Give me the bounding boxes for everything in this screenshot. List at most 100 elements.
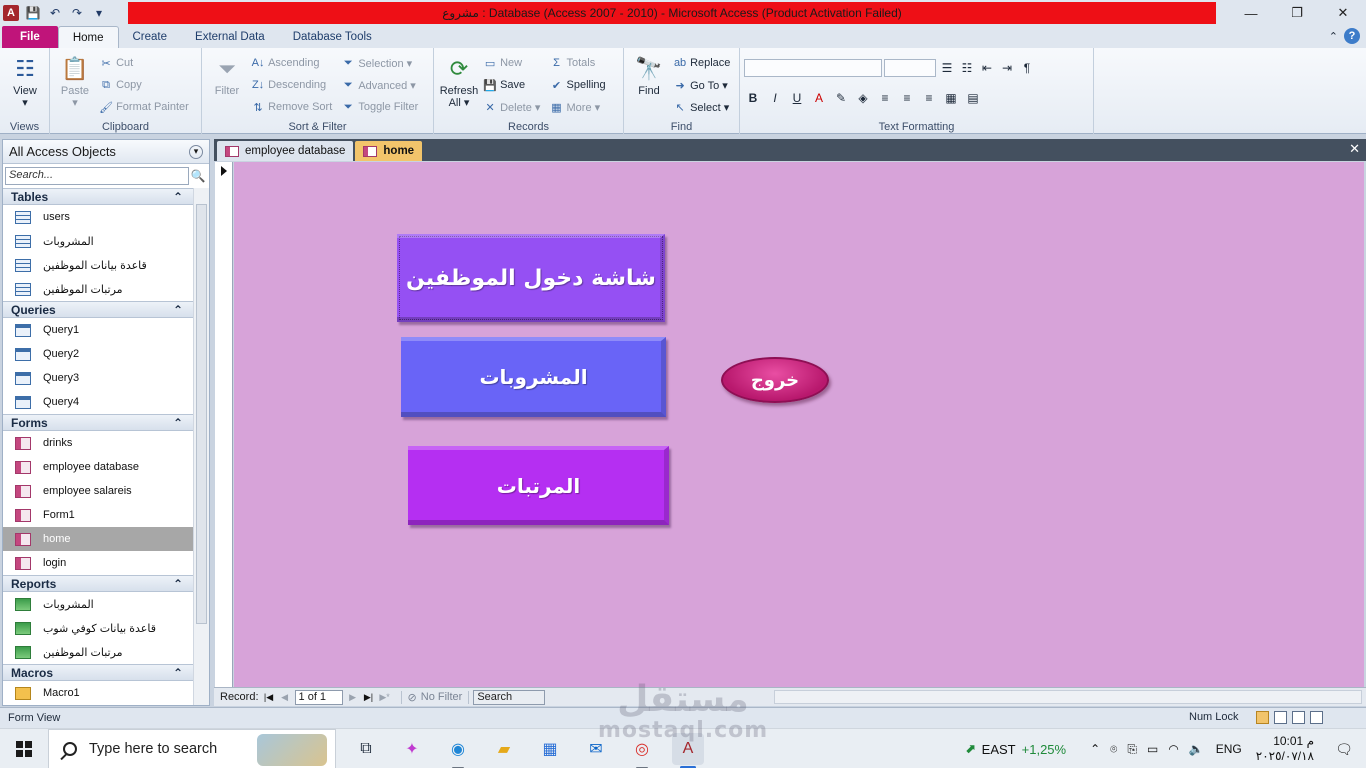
access-taskbar-icon[interactable]: A	[672, 732, 704, 768]
new-record-nav-icon[interactable]: ▶*	[379, 692, 391, 703]
format-painter-button[interactable]: 🖌 Format Painter	[99, 98, 189, 116]
current-record-input[interactable]: 1 of 1	[294, 689, 343, 705]
record-selector[interactable]	[215, 162, 233, 687]
outlook-icon[interactable]: ✉	[580, 733, 612, 765]
nav-item-form[interactable]: home	[3, 527, 193, 551]
tab-file[interactable]: File	[2, 26, 58, 48]
datasheet-view-icon[interactable]	[1274, 711, 1287, 724]
view-button[interactable]: ☷ View ▾	[4, 53, 46, 109]
decrease-indent-icon[interactable]: ⇤	[978, 59, 996, 77]
employee-login-button[interactable]: شاشة دخول الموظفين	[397, 234, 665, 322]
align-right-icon[interactable]: ≡	[920, 89, 938, 107]
tab-home[interactable]: Home	[57, 26, 119, 48]
nav-item-form[interactable]: employee database	[3, 455, 193, 479]
design-view-icon[interactable]	[1310, 711, 1323, 724]
toggle-filter-button[interactable]: ⏷ Toggle Filter	[341, 98, 418, 116]
minimize-button[interactable]: —	[1228, 0, 1274, 26]
go-to-button[interactable]: ➜ Go To ▾	[673, 76, 730, 94]
salaries-button[interactable]: المرتبات	[408, 446, 669, 525]
exit-button[interactable]: خروج	[721, 357, 829, 403]
nav-section-forms[interactable]: Forms ⌃	[3, 414, 193, 431]
collapse-section-icon[interactable]: ⌃	[173, 577, 183, 591]
close-document-icon[interactable]: ✕	[1349, 141, 1360, 157]
layout-view-icon[interactable]	[1292, 711, 1305, 724]
next-record-icon[interactable]: ▶	[347, 692, 359, 703]
align-left-icon[interactable]: ≡	[876, 89, 894, 107]
collapse-section-icon[interactable]: ⌃	[173, 666, 183, 680]
undo-icon[interactable]: ↶	[47, 5, 63, 21]
help-icon[interactable]: ?	[1344, 28, 1360, 44]
tab-external-data[interactable]: External Data	[181, 26, 279, 48]
notifications-icon[interactable]: 🗨	[1332, 737, 1356, 761]
camera-icon[interactable]: ⌾	[1110, 742, 1117, 757]
nav-item-form[interactable]: login	[3, 551, 193, 575]
chevron-down-icon[interactable]: ▾	[189, 144, 203, 159]
access-app-icon[interactable]: A	[3, 5, 19, 21]
wifi-icon[interactable]: ◠	[1168, 742, 1178, 756]
tab-database-tools[interactable]: Database Tools	[279, 26, 386, 48]
nav-pane-header[interactable]: All Access Objects ▾	[3, 140, 209, 164]
customize-qat-icon[interactable]: ▾	[91, 5, 107, 21]
nav-item-report[interactable]: قاعدة بيانات كوفي شوب	[3, 616, 193, 640]
search-icon[interactable]: 🔍	[189, 167, 207, 185]
save-icon[interactable]: 💾	[25, 5, 41, 21]
nav-section-reports[interactable]: Reports ⌃	[3, 575, 193, 592]
language-indicator[interactable]: ENG	[1216, 742, 1242, 756]
nav-section-tables[interactable]: Tables ⌃	[3, 188, 193, 205]
clipboard-icon[interactable]: ⎘	[1127, 742, 1137, 757]
close-button[interactable]: ✕	[1320, 0, 1366, 26]
maximize-button[interactable]: ❐	[1274, 0, 1320, 26]
nav-item-table[interactable]: users	[3, 205, 193, 229]
fill-color-icon[interactable]: ◈	[854, 89, 872, 107]
nav-item-report[interactable]: المشروبات	[3, 592, 193, 616]
nav-item-form[interactable]: Form1	[3, 503, 193, 527]
volume-icon[interactable]: 🔈	[1189, 742, 1204, 756]
copilot-icon[interactable]: ✦	[396, 733, 428, 765]
last-record-icon[interactable]: ▶|	[363, 692, 375, 703]
nav-scroll-thumb[interactable]	[196, 204, 207, 624]
start-button[interactable]	[0, 729, 48, 768]
select-button[interactable]: ↖ Select ▾	[673, 98, 730, 116]
nav-item-report[interactable]: مرتبات الموظفين	[3, 640, 193, 664]
nav-item-query[interactable]: Query3	[3, 366, 193, 390]
nav-item-form[interactable]: employee salareis	[3, 479, 193, 503]
gridlines-icon[interactable]: ▦	[942, 89, 960, 107]
find-button[interactable]: 🔭 Find	[628, 53, 670, 97]
bullets-icon[interactable]: ☰	[938, 59, 956, 77]
first-record-icon[interactable]: |◀	[263, 692, 275, 703]
paste-button[interactable]: 📋 Paste ▾	[54, 53, 96, 109]
new-record-button[interactable]: ▭ New	[483, 54, 540, 72]
nav-search-input[interactable]: Search...	[5, 167, 189, 185]
horizontal-scrollbar[interactable]	[774, 690, 1362, 704]
remove-sort-button[interactable]: ⇅ Remove Sort	[251, 98, 332, 116]
copy-button[interactable]: ⧉ Copy	[99, 76, 189, 94]
font-size-combo[interactable]	[884, 59, 936, 77]
italic-button[interactable]: I	[766, 89, 784, 107]
nav-item-query[interactable]: Query1	[3, 318, 193, 342]
nav-item-table[interactable]: مرتبات الموظفين	[3, 277, 193, 301]
nav-item-query[interactable]: Query4	[3, 390, 193, 414]
advanced-button[interactable]: ⏷ Advanced ▾	[341, 76, 418, 94]
chrome-icon[interactable]: ◎	[626, 733, 658, 768]
nav-item-query[interactable]: Query2	[3, 342, 193, 366]
edge-icon[interactable]: ◉	[442, 733, 474, 768]
replace-button[interactable]: ab Replace	[673, 54, 730, 72]
record-search-input[interactable]: Search	[473, 689, 546, 705]
numbering-icon[interactable]: ☷	[958, 59, 976, 77]
drinks-button[interactable]: المشروبات	[401, 337, 666, 417]
more-button[interactable]: ▦ More ▾	[550, 98, 606, 116]
system-clock[interactable]: 10:01 م ٢٠٢٥/٠٧/١٨	[1256, 734, 1314, 764]
task-view-icon[interactable]: ⧉	[350, 733, 382, 765]
descending-button[interactable]: Z↓ Descending	[251, 76, 332, 94]
bold-button[interactable]: B	[744, 89, 762, 107]
nav-item-table[interactable]: المشروبات	[3, 229, 193, 253]
increase-indent-icon[interactable]: ⇥	[998, 59, 1016, 77]
doc-tab-home[interactable]: home	[355, 141, 423, 161]
collapse-section-icon[interactable]: ⌃	[173, 416, 183, 430]
file-explorer-icon[interactable]: ▰	[488, 733, 520, 765]
taskbar-search-input[interactable]: Type here to search	[48, 728, 336, 768]
show-hidden-icons-icon[interactable]: ⌃	[1090, 742, 1100, 756]
battery-icon[interactable]: ▭	[1147, 742, 1158, 756]
microsoft-store-icon[interactable]: ▦	[534, 733, 566, 765]
previous-record-icon[interactable]: ◀	[279, 692, 291, 703]
